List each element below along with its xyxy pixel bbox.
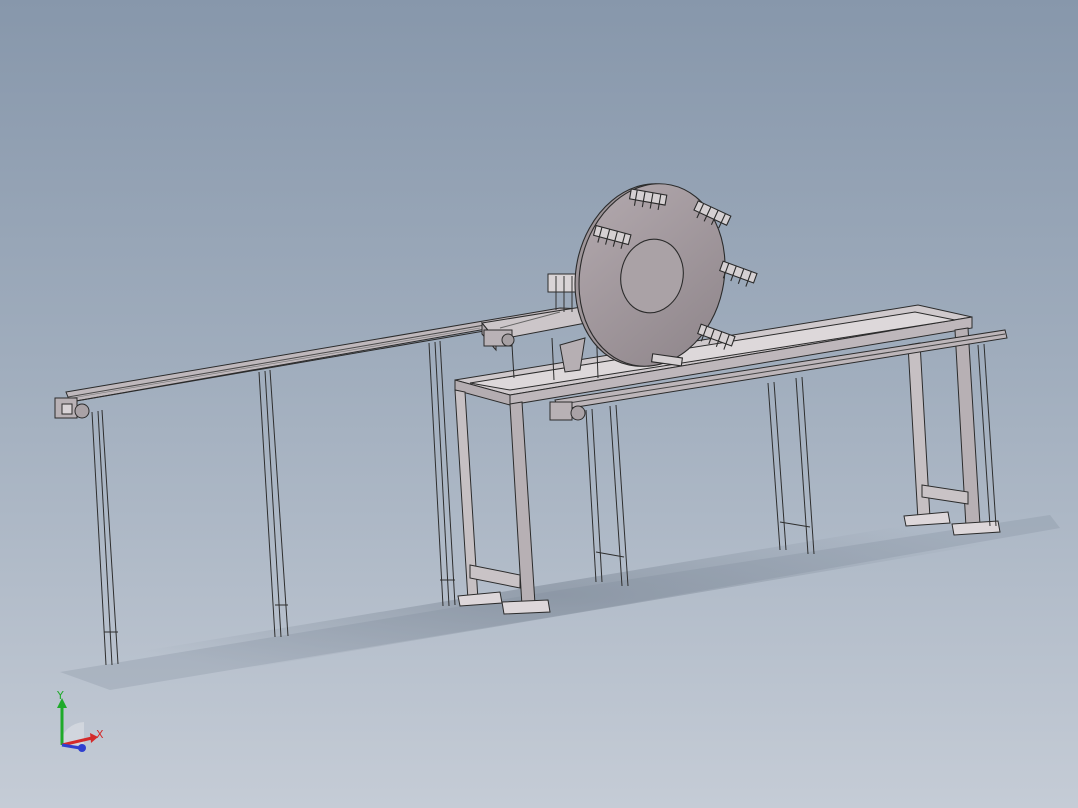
triad-y-label: Y	[56, 689, 64, 702]
cad-viewport[interactable]: Y X	[0, 0, 1078, 808]
triad-x-label: X	[96, 728, 104, 741]
triad-z-end	[78, 744, 86, 752]
triad-z-axis	[61, 743, 81, 750]
left-end-pulley	[54, 397, 90, 419]
ground-shadow	[40, 500, 1070, 690]
machine-model[interactable]: Y X	[0, 0, 1078, 808]
view-triad[interactable]: Y X	[56, 689, 104, 752]
